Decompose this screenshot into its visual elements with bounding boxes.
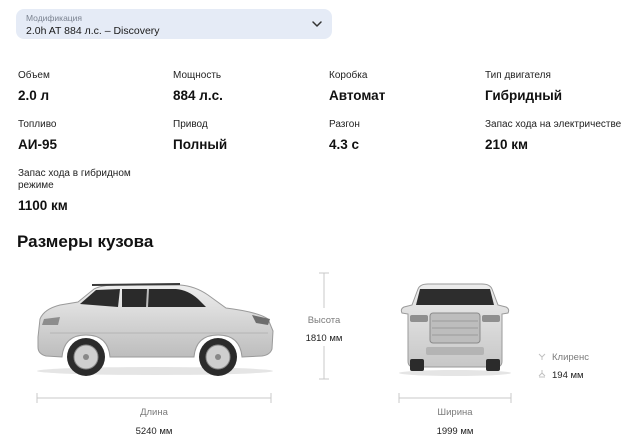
spec-fuel: Топливо АИ-95 xyxy=(18,119,57,153)
height-dimension-line xyxy=(319,272,329,380)
width-value: 1999 мм xyxy=(436,426,474,437)
spec-label: Мощность xyxy=(173,70,222,81)
chevron-down-icon xyxy=(312,21,322,27)
width-dimension-line xyxy=(398,393,512,403)
height-value: 1810 мм xyxy=(305,333,343,344)
length-value: 5240 мм xyxy=(135,426,173,437)
clearance-marker-icon xyxy=(538,353,546,378)
clearance-label: Клиренс xyxy=(552,352,589,363)
spec-label: Коробка xyxy=(329,70,368,81)
modification-label: Модификация xyxy=(26,13,83,23)
length-dimension-line xyxy=(36,393,272,403)
width-label: Ширина xyxy=(437,407,473,418)
spec-hybrid-range: Запас хода в гибридном режиме 1100 км xyxy=(18,168,148,214)
spec-value: 4.3 с xyxy=(329,137,360,152)
modification-select[interactable]: Модификация 2.0h AT 884 л.с. – Discovery xyxy=(16,9,332,39)
spec-value: 2.0 л xyxy=(18,88,50,103)
spec-value: АИ-95 xyxy=(18,137,57,152)
spec-label: Разгон xyxy=(329,119,360,130)
spec-label: Запас хода на электричестве xyxy=(485,119,622,130)
spec-label: Топливо xyxy=(18,119,57,130)
spec-value: 210 км xyxy=(485,137,529,152)
spec-value: 884 л.с. xyxy=(173,88,223,103)
modification-value: 2.0h AT 884 л.с. – Discovery xyxy=(26,25,160,37)
car-front-view xyxy=(399,283,511,376)
spec-volume: Объем 2.0 л xyxy=(18,70,50,104)
spec-value: Полный xyxy=(173,137,228,152)
spec-value: Гибридный xyxy=(485,88,563,103)
spec-label: Тип двигателя xyxy=(485,70,551,81)
spec-drive: Привод Полный xyxy=(173,119,227,153)
spec-label: Запас хода в гибридном режиме xyxy=(18,168,131,191)
height-label: Высота xyxy=(307,315,341,326)
spec-label: Привод xyxy=(173,119,208,130)
spec-engine-type: Тип двигателя Гибридный xyxy=(485,70,562,104)
clearance-value: 194 мм xyxy=(552,370,584,381)
spec-power: Мощность 884 л.с. xyxy=(173,70,223,104)
spec-electric-range: Запас хода на электричестве 210 км xyxy=(485,119,621,153)
spec-acceleration: Разгон 4.3 с xyxy=(329,119,360,153)
spec-value: 1100 км xyxy=(18,198,68,213)
spec-label: Объем xyxy=(18,70,50,81)
body-dimensions-title: Размеры кузова xyxy=(17,232,154,251)
spec-value: Автомат xyxy=(329,88,386,103)
car-side-view xyxy=(37,283,274,376)
spec-transmission: Коробка Автомат xyxy=(329,70,385,104)
length-label: Длина xyxy=(140,407,168,418)
